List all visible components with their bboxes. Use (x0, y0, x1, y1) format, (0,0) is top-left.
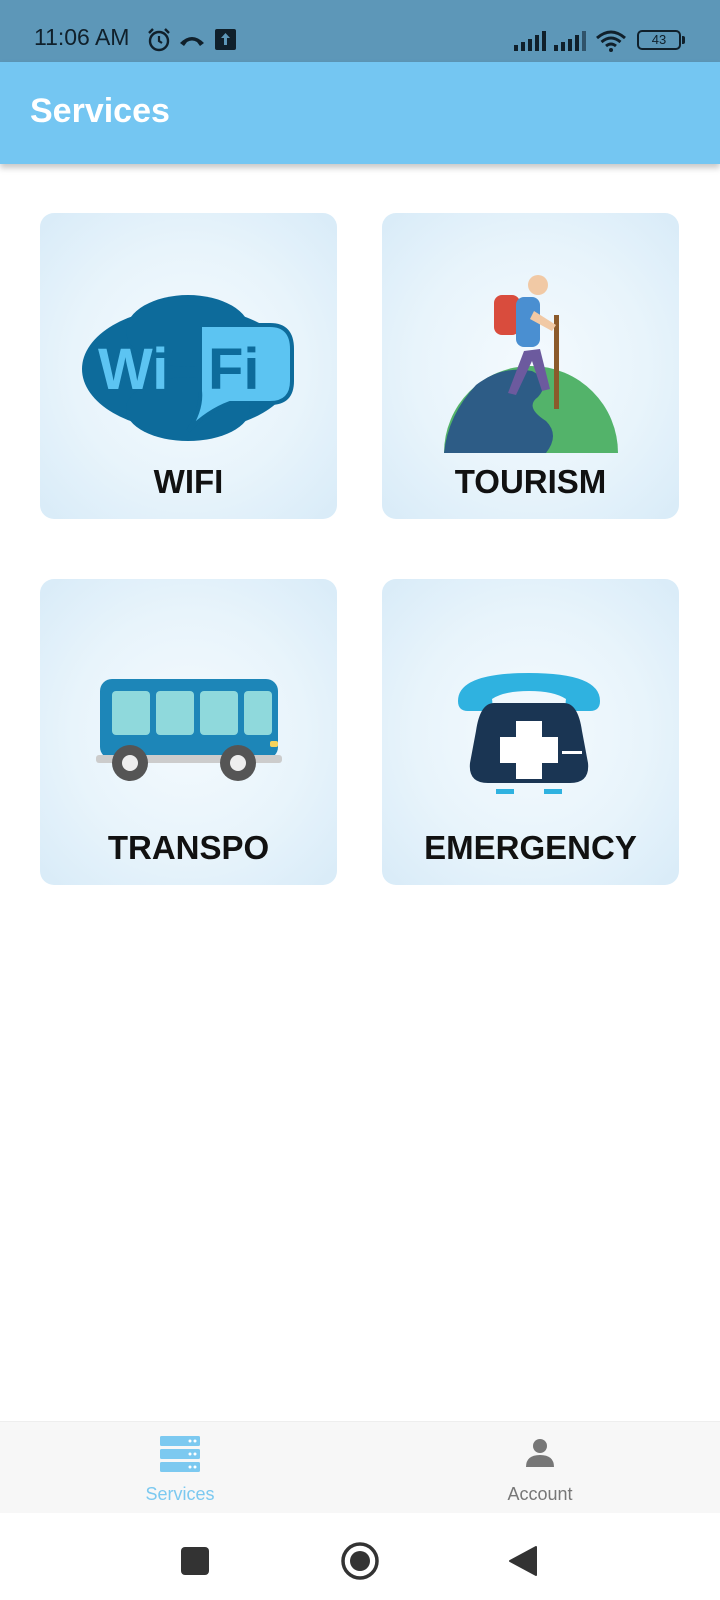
card-label: WIFI (153, 463, 224, 500)
bus-icon (96, 679, 282, 781)
person-icon (526, 1439, 554, 1467)
signal-icon (514, 31, 546, 51)
status-bar: 11:06 AM 43 (0, 0, 720, 62)
svg-text:Fi: Fi (208, 337, 260, 402)
svg-text:Wi: Wi (98, 337, 168, 402)
wifi-icon (596, 30, 626, 52)
page-title: Services (30, 92, 170, 130)
alarm-icon (148, 28, 170, 52)
signal-icon (554, 31, 586, 51)
home-button[interactable] (341, 1542, 379, 1580)
upload-icon (215, 29, 236, 50)
service-card-tourism[interactable]: TOURISM (382, 213, 679, 519)
card-label: EMERGENCY (424, 829, 637, 866)
nav-item-services[interactable]: Services (0, 1422, 360, 1514)
wifi-logo-icon: Wi Fi (82, 295, 294, 441)
hiker-globe-icon (444, 275, 618, 453)
nav-label: Account (507, 1484, 573, 1504)
system-nav (0, 1513, 720, 1600)
battery-icon: 43 (637, 30, 681, 50)
nav-label: Services (145, 1484, 215, 1504)
card-label: TOURISM (454, 463, 607, 500)
emergency-phone-icon (458, 673, 600, 794)
battery-level: 43 (651, 32, 667, 47)
service-card-emergency[interactable]: EMERGENCY (382, 579, 679, 885)
card-label: TRANSPO (107, 829, 270, 866)
service-card-transpo[interactable]: TRANSPO (40, 579, 337, 885)
service-card-wifi[interactable]: Wi Fi WIFI (40, 213, 337, 519)
nav-item-account[interactable]: Account (360, 1422, 720, 1514)
bottom-nav: Services Account (0, 1421, 720, 1513)
back-button[interactable] (508, 1545, 538, 1577)
status-time: 11:06 AM (34, 24, 130, 50)
server-icon (160, 1436, 200, 1472)
battery-tip (682, 36, 685, 44)
recents-button[interactable] (181, 1547, 209, 1575)
app-bar: Services (0, 62, 720, 164)
call-icon (180, 37, 204, 46)
